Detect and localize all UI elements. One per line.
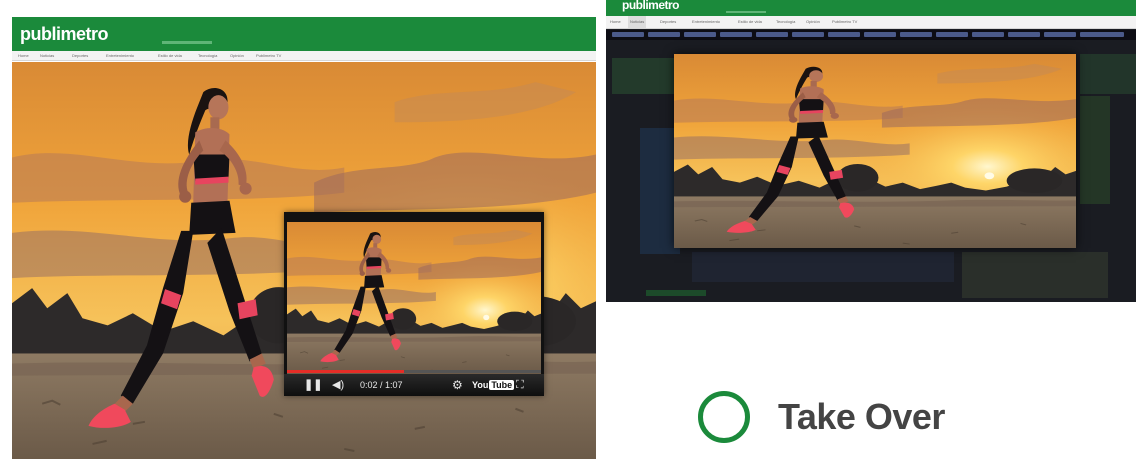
video-frame[interactable] (287, 222, 541, 374)
site-header: publimetro (606, 0, 1136, 16)
nav-item[interactable]: Estilo de vida (738, 16, 762, 28)
site-nav: Home Noticias Deportes Entretenimiento E… (12, 51, 596, 61)
bookmark[interactable] (1080, 32, 1124, 37)
nav-item[interactable]: Home (610, 16, 621, 28)
nav-item[interactable]: Publimetro TV (832, 16, 857, 28)
caption-label: Take Over (778, 396, 945, 437)
youtube-logo[interactable]: You Tube (472, 379, 515, 391)
site-nav: Home Noticias Deportes Entretenimiento E… (606, 16, 1136, 29)
nav-item[interactable]: Noticias (40, 51, 54, 60)
right-mockup: publimetro Home Noticias Deportes Entret… (606, 0, 1136, 302)
dimmed-right-column (1080, 54, 1136, 94)
gear-icon[interactable]: ⚙ (452, 374, 463, 396)
progress-bar[interactable] (287, 370, 541, 373)
bookmark[interactable] (648, 32, 680, 37)
nav-item[interactable]: Opinión (230, 51, 244, 60)
bookmark[interactable] (936, 32, 968, 37)
pause-icon[interactable]: ❚❚ (304, 374, 322, 396)
nav-item[interactable]: Tecnología (776, 16, 795, 28)
takeover-video[interactable] (674, 54, 1076, 248)
site-header: publimetro (12, 17, 596, 51)
dimmed-button (646, 290, 706, 296)
dimmed-ad-block (1080, 96, 1110, 204)
bookmark[interactable] (900, 32, 932, 37)
bookmark[interactable] (684, 32, 716, 37)
bookmark[interactable] (828, 32, 860, 37)
volume-icon[interactable]: ◀) (332, 374, 344, 396)
dimmed-header (612, 58, 674, 94)
nav-item[interactable]: Publimetro TV (256, 51, 281, 60)
bookmark[interactable] (792, 32, 824, 37)
nav-item[interactable]: Tecnología (198, 51, 217, 60)
player-controls: ❚❚ ◀) 0:02 / 1:07 ⚙ You Tube ⛶ (284, 370, 544, 396)
bookmark[interactable] (1008, 32, 1040, 37)
progress-fill (287, 370, 404, 373)
logo-tagline-mark (162, 41, 212, 44)
bookmark[interactable] (864, 32, 896, 37)
bookmark[interactable] (612, 32, 644, 37)
fullscreen-icon[interactable]: ⛶ (516, 374, 524, 396)
nav-item[interactable]: Home (18, 51, 29, 60)
nav-item[interactable]: Deportes (660, 16, 676, 28)
bookmark[interactable] (1044, 32, 1076, 37)
time-display: 0:02 / 1:07 (360, 380, 403, 390)
nav-item[interactable]: Entretenimiento (106, 51, 134, 60)
logo-tagline-mark (726, 11, 766, 13)
nav-item[interactable]: Entretenimiento (692, 16, 720, 28)
dimmed-strip (692, 252, 954, 282)
nav-item[interactable]: Estilo de vida (158, 51, 182, 60)
site-logo[interactable]: publimetro (20, 24, 109, 45)
dimmed-banner (962, 252, 1108, 298)
nav-item[interactable]: Opinión (806, 16, 820, 28)
youtube-logo-tube: Tube (489, 380, 515, 390)
bookmark-strip (606, 30, 1136, 40)
nav-item[interactable]: Deportes (72, 51, 88, 60)
youtube-logo-you: You (472, 380, 489, 390)
bookmark[interactable] (972, 32, 1004, 37)
circle-icon (698, 391, 750, 443)
bookmark[interactable] (756, 32, 788, 37)
site-logo[interactable]: publimetro (622, 0, 680, 12)
bookmark[interactable] (720, 32, 752, 37)
video-player[interactable]: ❚❚ ◀) 0:02 / 1:07 ⚙ You Tube ⛶ (284, 212, 544, 396)
nav-item[interactable]: Noticias (628, 16, 647, 28)
